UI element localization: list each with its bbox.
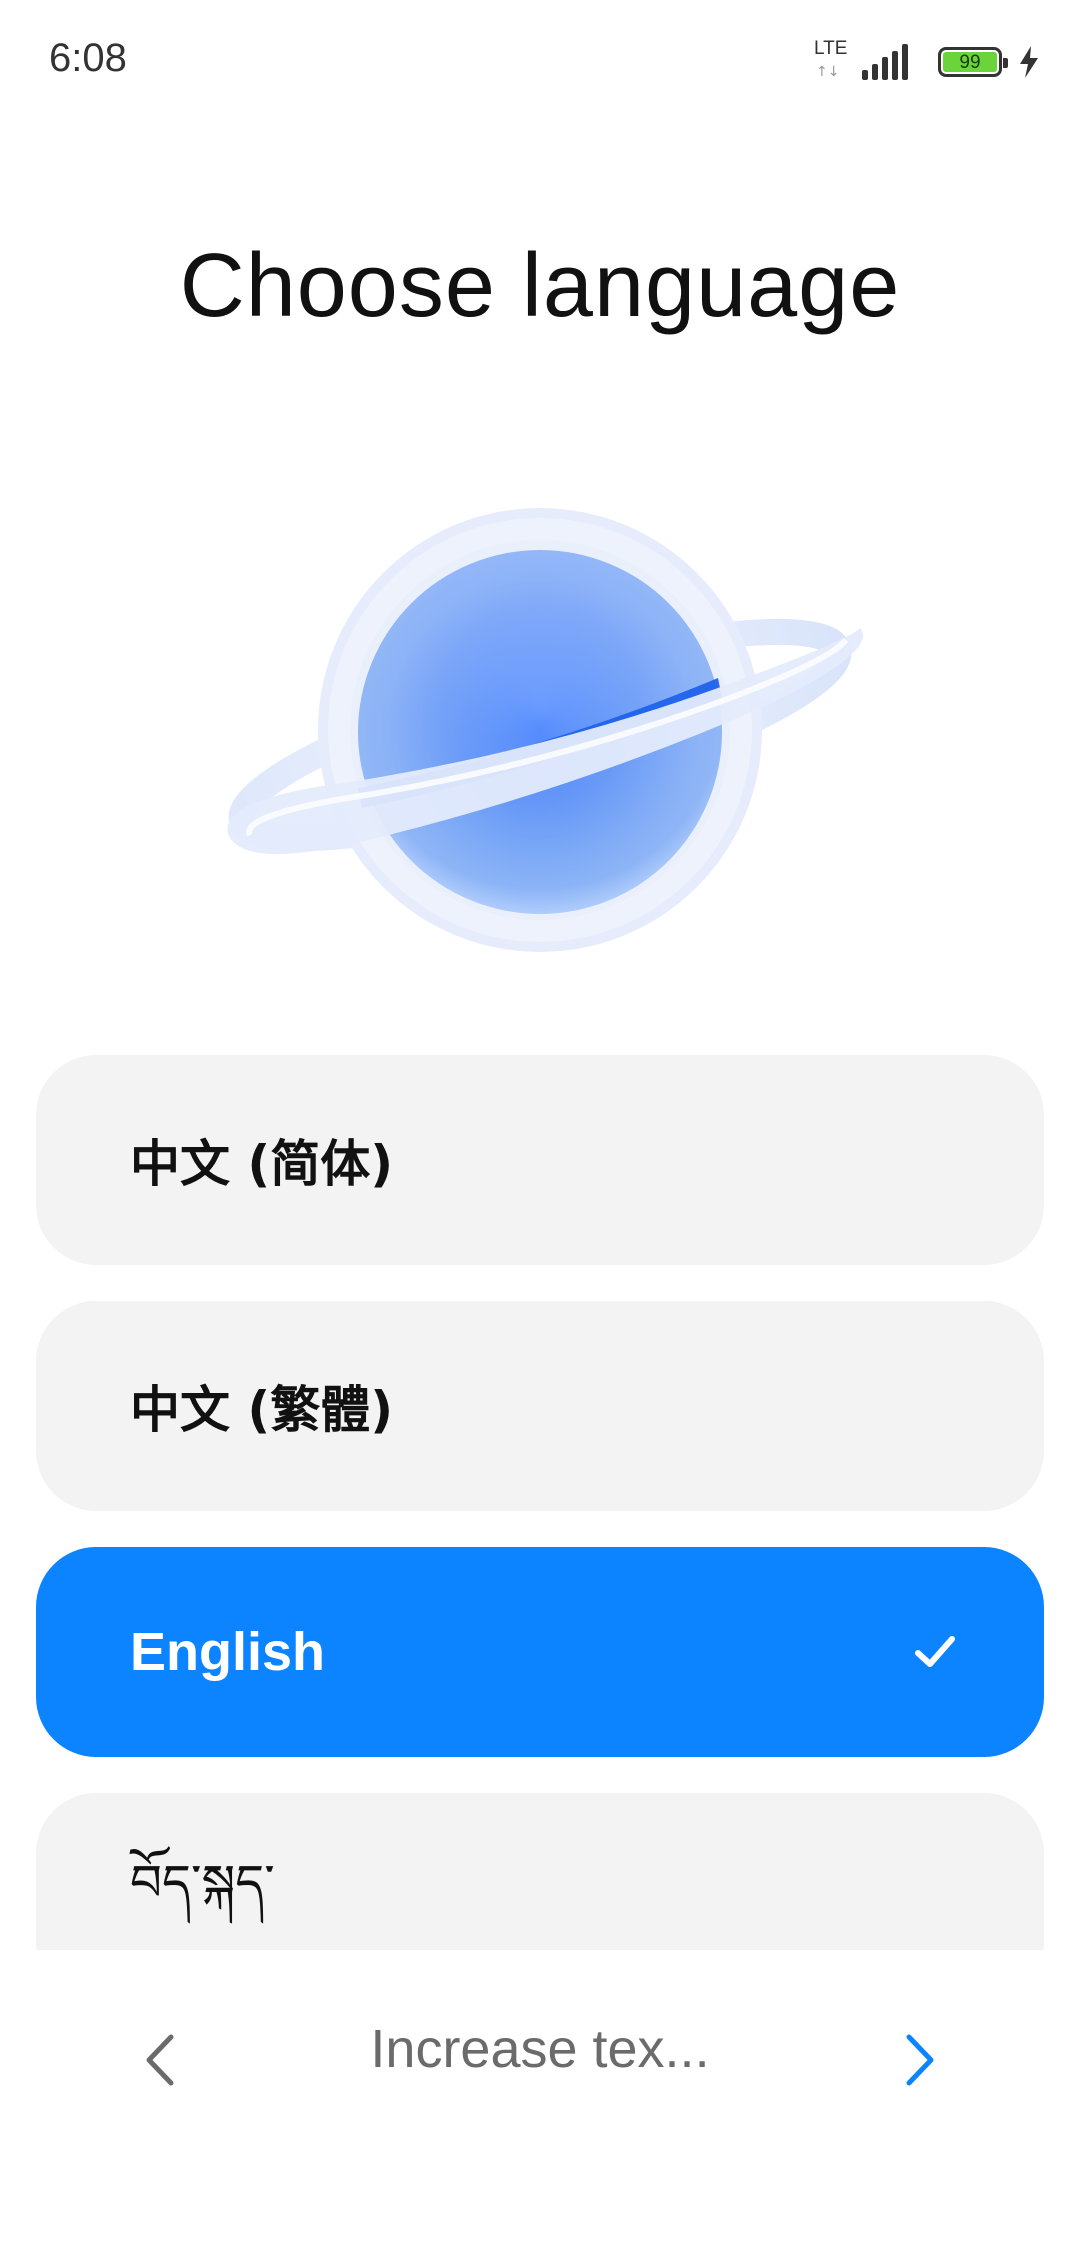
network-type-label: LTE	[814, 38, 848, 59]
language-option-tibetan[interactable]: བོད་སྐད་	[36, 1793, 1044, 1950]
language-label: English	[130, 1622, 326, 1682]
language-label: བོད་སྐད་	[130, 1854, 275, 1912]
status-icons: LTE ↑↓ 99	[812, 38, 1040, 86]
page-title: Choose language	[179, 236, 901, 336]
checkmark-icon	[915, 1636, 955, 1667]
battery-icon: 99	[938, 47, 1008, 77]
status-bar: 6:08 LTE ↑↓ 99	[0, 0, 1080, 120]
network-indicator: LTE ↑↓	[812, 38, 852, 86]
language-label: 中文 (简体)	[130, 1135, 394, 1193]
language-option-simplified-chinese[interactable]: 中文 (简体)	[36, 1055, 1044, 1265]
battery-cap	[1003, 58, 1008, 68]
status-time: 6:08	[49, 36, 127, 80]
increase-text-size-link[interactable]: Increase tex...	[290, 2018, 790, 2080]
battery-level: 99	[943, 52, 997, 72]
signal-icon	[862, 44, 908, 80]
language-option-english[interactable]: English	[36, 1547, 1044, 1757]
bottom-navigation: Increase tex...	[0, 1950, 1080, 2150]
chevron-left-icon	[146, 2034, 174, 2086]
language-label: 中文 (繁體)	[130, 1381, 394, 1439]
language-selection-screen: 6:08 LTE ↑↓ 99 Choose language 中文 (简体) 中…	[0, 0, 1080, 2246]
next-button[interactable]	[890, 2020, 950, 2100]
back-button[interactable]	[130, 2020, 190, 2100]
language-option-traditional-chinese[interactable]: 中文 (繁體)	[36, 1301, 1044, 1511]
planet-icon	[227, 508, 864, 952]
charging-icon	[1020, 46, 1038, 78]
chevron-right-icon	[906, 2034, 934, 2086]
planet-illustration	[210, 490, 870, 970]
language-list[interactable]: 中文 (简体) 中文 (繁體) English བོད་སྐད་	[36, 1055, 1044, 1950]
data-arrows-icon: ↑↓	[816, 64, 840, 80]
